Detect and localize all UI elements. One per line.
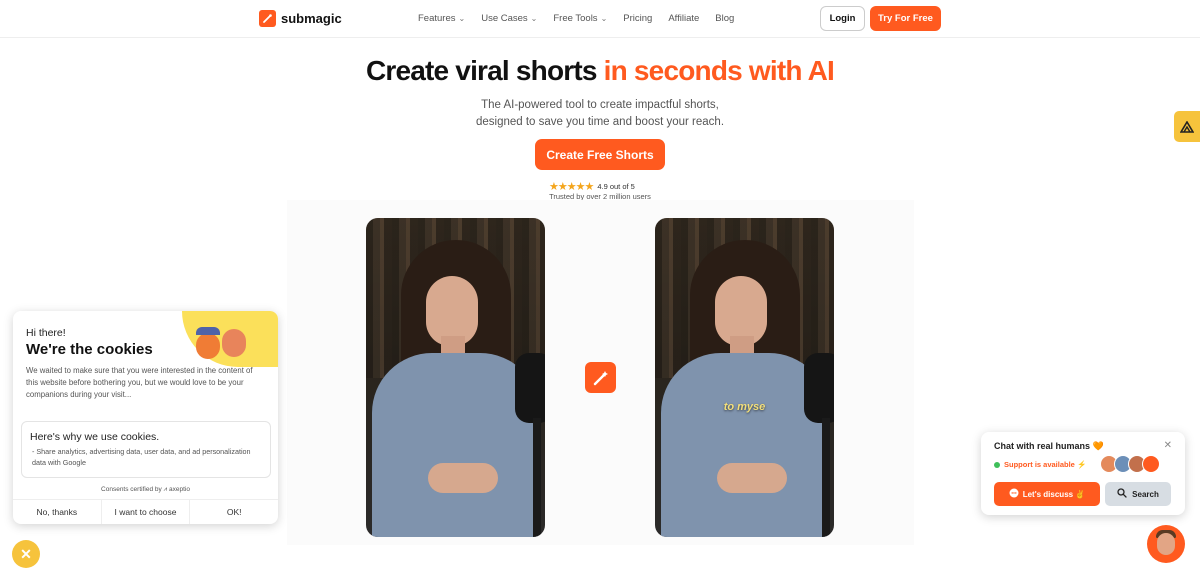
cookie-certified: Consents certified by ⩘ axeptio [101,486,190,493]
cookie-character-icon [196,333,220,359]
nav-item-affiliate[interactable]: Affiliate [668,13,699,24]
microphone-arm [822,418,830,537]
agent-face [1157,533,1175,555]
top-nav: submagic Features ⌄ Use Cases ⌄ Free Tools… [0,0,1200,38]
triangle-logo-icon [1180,120,1194,133]
cookie-buttons: No, thanks I want to choose OK! [13,499,278,524]
search-icon [1117,488,1127,500]
chat-launcher-avatar[interactable] [1147,525,1185,563]
cookie-consent-panel: Hi there! We're the cookies We waited to… [13,311,278,524]
chat-widget: Chat with real humans 🧡 ✕ Support is ava… [981,432,1185,515]
chevron-down-icon: ⌄ [458,14,466,23]
nav-item-label: Pricing [623,13,653,24]
nav-item-label: Features [418,13,456,24]
cookie-why-title: Here's why we use cookies. [30,431,160,443]
cookie-illustration [182,311,278,367]
cookie-ok-button[interactable]: OK! [190,500,278,524]
person-hands [428,463,498,493]
magic-wand-icon [585,362,616,393]
main-menu: Features ⌄ Use Cases ⌄ Free Tools ⌄ Pricing… [418,13,734,24]
hero-subtitle-line: designed to save you time and boost your… [475,116,725,128]
cookie-no-thanks-button[interactable]: No, thanks [13,500,102,524]
cookie-hat-icon [196,327,220,335]
create-free-shorts-button[interactable]: Create Free Shorts [535,139,665,170]
logo-mark-icon [259,10,276,27]
try-for-free-button[interactable]: Try For Free [870,6,941,31]
nav-item-label: Use Cases [481,13,528,24]
nav-item-pricing[interactable]: Pricing [623,13,652,24]
lets-discuss-label: Let's discuss ✌ [1022,489,1086,499]
nav-item-blog[interactable]: Blog [715,13,734,24]
login-button[interactable]: Login [820,6,865,31]
cookie-title: We're the cookies [26,341,153,358]
nav-item-label: Blog [715,13,735,24]
nav-item-features[interactable]: Features ⌄ [418,13,465,24]
chat-search-button[interactable]: Search [1105,482,1171,506]
nav-item-free-tools[interactable]: Free Tools ⌄ [553,13,607,24]
hero-subtitle-line: The AI-powered tool to create impactful … [481,99,719,111]
cookie-text: We waited to make sure that you were int… [26,366,253,399]
online-dot-icon [994,461,1000,468]
microphone-arm [533,418,541,537]
hero-subtitle: The AI-powered tool to create impactful … [0,97,1200,131]
hero-title-accent: in seconds with AI [603,55,835,86]
hero-title-main: Create viral shorts [365,55,604,86]
agent-avatars [1100,455,1160,473]
page: submagic Features ⌄ Use Cases ⌄ Free Tools… [0,0,1200,577]
brand-name: submagic [281,11,342,26]
close-icon[interactable]: ✕ [12,540,40,568]
cookie-why-box[interactable]: Here's why we use cookies. - Share analy… [21,421,271,478]
cookie-why-text: - Share analytics, advertising data, use… [32,447,251,467]
cookie-greeting: Hi there! [26,327,66,339]
lets-discuss-button[interactable]: Let's discuss ✌ [994,482,1100,506]
chat-bubble-icon [1009,488,1019,500]
nav-item-label: Free Tools [553,13,598,24]
side-widget-tab[interactable] [1174,111,1200,142]
avatar [1142,455,1160,473]
chat-search-label: Search [1132,489,1159,499]
cookie-choose-button[interactable]: I want to choose [102,500,191,524]
video-caption: to myse [723,401,766,413]
close-icon[interactable]: ✕ [1164,440,1172,451]
nav-item-use-cases[interactable]: Use Cases ⌄ [481,13,537,24]
cookie-character-icon [222,329,246,357]
chevron-down-icon: ⌄ [600,14,608,23]
nav-item-label: Affiliate [668,13,700,24]
video-before[interactable] [366,218,545,537]
hero-title: Create viral shorts in seconds with AI [0,55,1200,87]
microphone-icon [515,353,545,423]
chat-title: Chat with real humans 🧡 [994,441,1104,451]
support-status-text: Support is available ⚡ [1004,460,1087,469]
brand-logo[interactable]: submagic [259,10,342,27]
chevron-down-icon: ⌄ [530,14,538,23]
person-hands [717,463,787,493]
video-after[interactable]: to myse [655,218,834,537]
rating-text: 4.9 out of 5 [597,182,635,191]
support-status: Support is available ⚡ [994,460,1086,469]
